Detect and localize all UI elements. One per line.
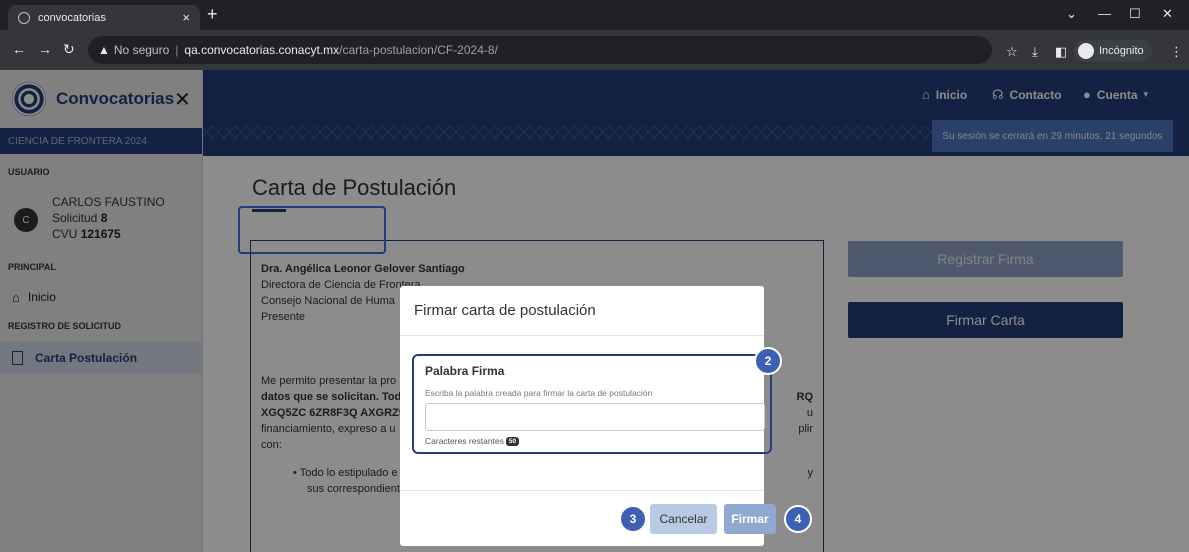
url-host: qa.convocatorias.conacyt.mx — [184, 43, 340, 57]
tab-title: convocatorias — [38, 11, 106, 24]
remaining-label: Caracteres restantes — [425, 436, 504, 446]
globe-icon — [18, 11, 30, 24]
tab-search-icon[interactable]: ⌄ — [1066, 6, 1077, 22]
star-icon[interactable]: ☆ — [1006, 45, 1018, 58]
field-label: Palabra Firma — [425, 364, 505, 378]
warning-icon: ▲ — [98, 43, 110, 57]
cancel-button[interactable]: Cancelar — [650, 504, 717, 534]
tab-close-button[interactable]: × — [182, 10, 190, 25]
browser-tab-bar: convocatorias × + ⌄ — ☐ ✕ — [0, 0, 1189, 30]
sidepanel-icon[interactable]: ◧ — [1055, 45, 1067, 58]
browser-toolbar: ← → ↻ ▲ No seguro | qa.convocatorias.con… — [0, 30, 1189, 70]
incognito-icon — [1078, 43, 1094, 59]
address-separator: | — [175, 43, 179, 57]
field-hint: Escriba la palabra creada para firmar la… — [425, 388, 653, 398]
incognito-badge[interactable]: Incógnito — [1074, 40, 1152, 62]
signature-field-group: Palabra Firma Escriba la palabra creada … — [412, 354, 772, 454]
reload-icon[interactable]: ↻ — [63, 42, 75, 56]
new-tab-button[interactable]: + — [207, 4, 218, 24]
step-badge: 4 — [784, 505, 812, 533]
incognito-label: Incógnito — [1099, 45, 1144, 57]
address-bar[interactable]: ▲ No seguro | qa.convocatorias.conacyt.m… — [88, 36, 992, 64]
menu-icon[interactable]: ⋮ — [1170, 45, 1183, 58]
remaining-count-badge: 50 — [505, 436, 520, 446]
browser-tab[interactable]: convocatorias × — [8, 5, 200, 30]
forward-icon[interactable]: → — [38, 42, 52, 56]
minimize-icon[interactable]: — — [1098, 6, 1111, 21]
download-icon[interactable]: ⤓ — [1032, 45, 1038, 58]
dialog-footer-divider — [400, 490, 764, 491]
dialog-title: Firmar carta de postulación — [400, 286, 764, 336]
security-label: No seguro — [113, 43, 170, 57]
maximize-icon[interactable]: ☐ — [1129, 6, 1141, 22]
close-window-icon[interactable]: ✕ — [1162, 6, 1173, 22]
remaining-characters: Caracteres restantes 50 — [425, 436, 759, 446]
url-path: /carta-postulacion/CF-2024-8/ — [339, 43, 498, 57]
step-badge: 2 — [754, 347, 782, 375]
back-icon[interactable]: ← — [12, 42, 26, 56]
signature-word-input[interactable] — [425, 403, 765, 431]
actions-highlight — [238, 206, 386, 254]
sign-button[interactable]: Firmar — [724, 504, 776, 534]
step-badge: 3 — [619, 505, 647, 533]
